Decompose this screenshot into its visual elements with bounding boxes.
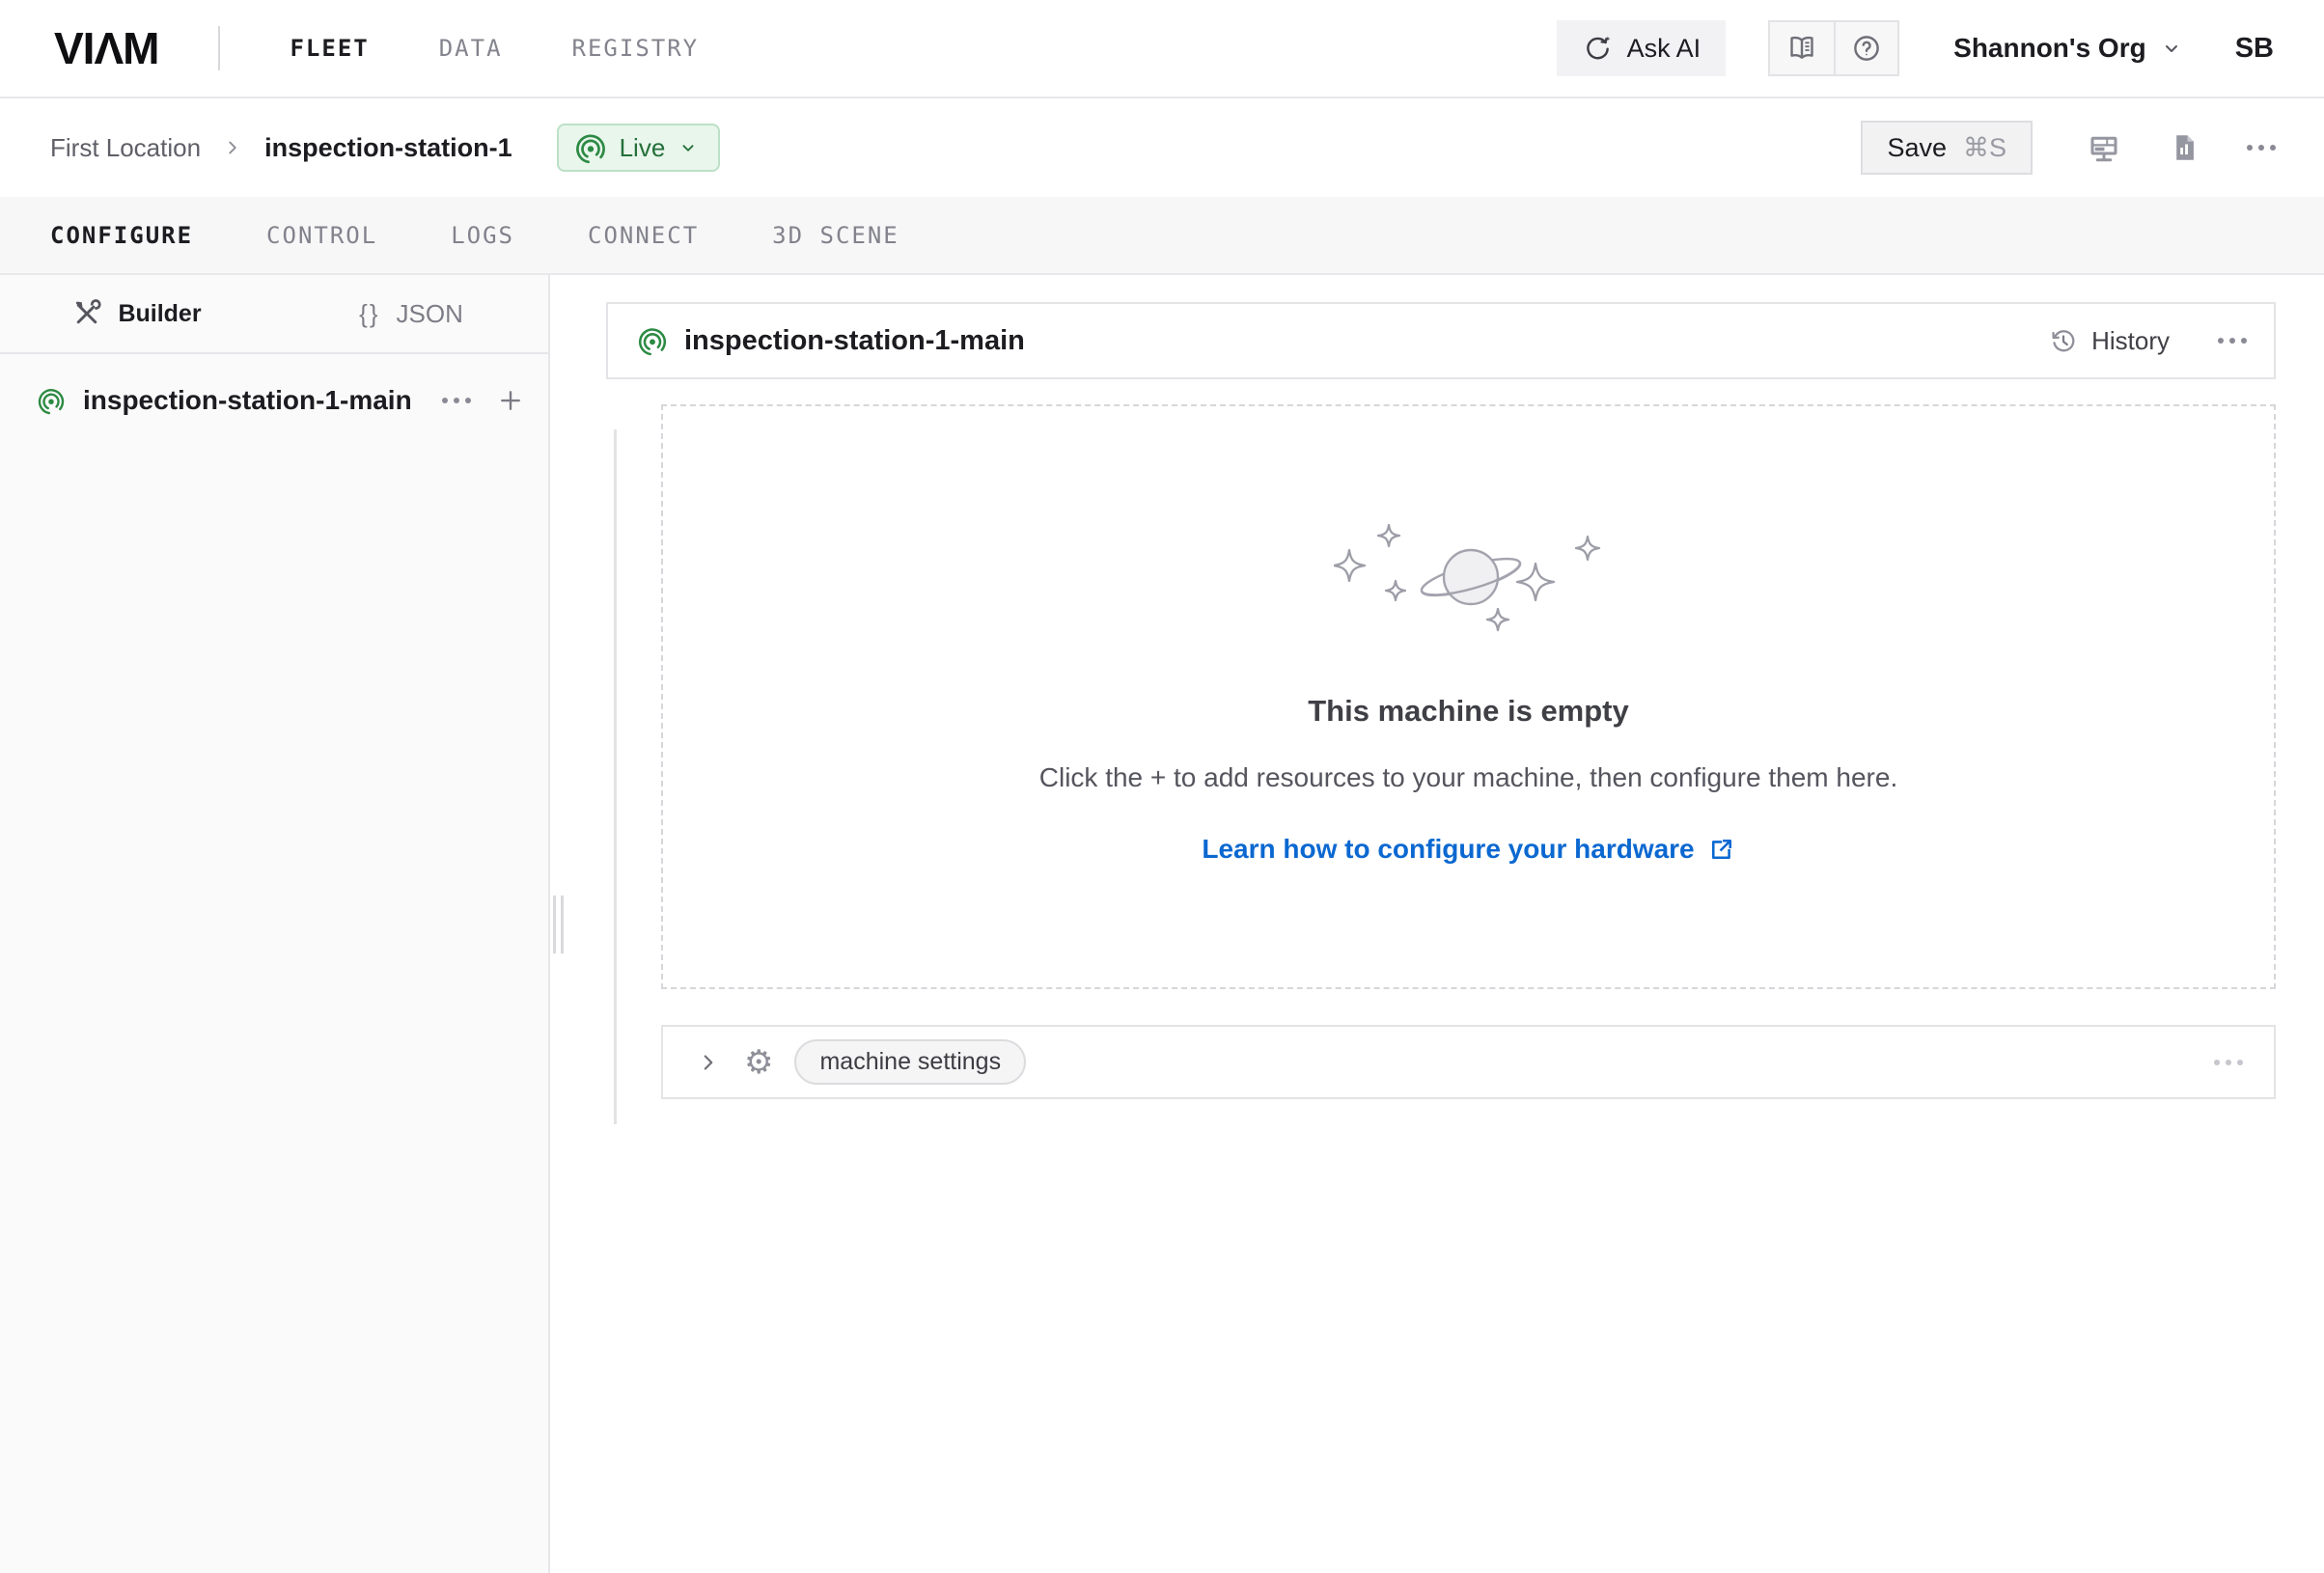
expand-chevron-icon[interactable] xyxy=(696,1050,721,1075)
machine-settings-pill[interactable]: machine settings xyxy=(794,1039,1026,1085)
nav-item-registry[interactable]: REGISTRY xyxy=(572,35,700,62)
external-link-icon xyxy=(1708,836,1735,863)
viam-logo[interactable]: VIΛM xyxy=(54,22,158,74)
part-card-more-button[interactable] xyxy=(2218,338,2247,344)
machine-bar: First Location inspection-station-1 Live… xyxy=(0,98,2324,197)
builder-toggle[interactable]: Builder xyxy=(0,275,274,352)
monitor-icon xyxy=(2087,130,2121,165)
empty-state-title: This machine is empty xyxy=(1308,694,1629,729)
braces-icon: {} xyxy=(359,299,379,329)
tab-connect[interactable]: CONNECT xyxy=(588,222,699,249)
machine-part-broadcast-icon xyxy=(637,325,668,356)
add-resource-button[interactable] xyxy=(496,386,525,415)
docs-help-group xyxy=(1768,20,1899,76)
configure-hardware-link[interactable]: Learn how to configure your hardware xyxy=(1202,834,1734,865)
empty-resources-dropzone: This machine is empty Click the + to add… xyxy=(661,404,2276,989)
machine-part-broadcast-icon xyxy=(37,386,66,415)
breadcrumb-chevron-icon xyxy=(222,137,243,158)
settings-more-button[interactable] xyxy=(2214,1060,2243,1065)
history-button[interactable]: History xyxy=(2049,326,2170,356)
ask-ai-label: Ask AI xyxy=(1627,34,1702,64)
config-sidebar: Builder {} JSON inspection-station-1-mai… xyxy=(0,275,550,1573)
breadcrumb-location[interactable]: First Location xyxy=(50,133,201,163)
builder-json-toggle: Builder {} JSON xyxy=(0,275,548,354)
help-button[interactable] xyxy=(1834,22,1897,74)
history-label: History xyxy=(2091,326,2170,356)
user-avatar[interactable]: SB xyxy=(2235,33,2274,65)
part-header-card: inspection-station-1-main History xyxy=(606,302,2276,379)
sidebar-part-item[interactable]: inspection-station-1-main xyxy=(0,362,548,439)
part-more-button[interactable] xyxy=(442,398,471,403)
crossed-tools-icon xyxy=(72,299,101,328)
status-label: Live xyxy=(620,133,666,163)
clock-history-icon xyxy=(2049,326,2078,355)
part-guide-line xyxy=(614,429,617,1124)
book-icon xyxy=(1785,32,1818,65)
sidebar-part-name: inspection-station-1-main xyxy=(83,385,412,416)
org-switcher[interactable]: Shannon's Org xyxy=(1953,33,2183,64)
save-label: Save xyxy=(1887,133,1947,163)
nav-item-fleet[interactable]: FLEET xyxy=(290,35,369,62)
tab-configure[interactable]: CONFIGURE xyxy=(50,222,193,249)
nav-divider xyxy=(218,26,220,70)
top-nav: VIΛM FLEET DATA REGISTRY Ask AI xyxy=(0,0,2324,98)
ask-ai-button[interactable]: Ask AI xyxy=(1557,20,1727,76)
tab-logs[interactable]: LOGS xyxy=(451,222,514,249)
machine-tabs: CONFIGURE CONTROL LOGS CONNECT 3D SCENE xyxy=(0,197,2324,275)
part-title: inspection-station-1-main xyxy=(684,325,1025,357)
content-area: Builder {} JSON inspection-station-1-mai… xyxy=(0,275,2324,1573)
file-chart-icon xyxy=(2168,131,2200,164)
tab-3d-scene[interactable]: 3D SCENE xyxy=(772,222,899,249)
org-name: Shannon's Org xyxy=(1953,33,2146,64)
nav-item-data[interactable]: DATA xyxy=(439,35,503,62)
empty-state-subtitle: Click the + to add resources to your mac… xyxy=(1039,762,1897,793)
builder-label: Builder xyxy=(118,300,201,328)
link-label: Learn how to configure your hardware xyxy=(1202,834,1694,865)
machine-report-button[interactable] xyxy=(2168,131,2200,164)
tab-control[interactable]: CONTROL xyxy=(266,222,377,249)
json-toggle[interactable]: {} JSON xyxy=(274,275,548,352)
documentation-button[interactable] xyxy=(1770,22,1834,74)
planet-sparkles-illustration xyxy=(1334,524,1604,640)
part-workspace: This machine is empty Click the + to add… xyxy=(606,404,2276,1099)
save-button[interactable]: Save ⌘S xyxy=(1861,121,2033,175)
json-label: JSON xyxy=(397,299,463,329)
question-circle-icon xyxy=(1850,32,1883,65)
machine-settings-card: ⚙ machine settings xyxy=(661,1025,2276,1099)
ai-refresh-sparkle-icon xyxy=(1582,33,1613,64)
machine-name: inspection-station-1 xyxy=(264,133,512,163)
chevron-down-icon xyxy=(678,137,699,158)
gear-icon: ⚙ xyxy=(744,1046,773,1079)
machine-part-broadcast-icon xyxy=(574,131,607,164)
chevron-down-icon xyxy=(2160,37,2183,60)
machine-page-button[interactable] xyxy=(2087,130,2121,165)
save-shortcut: ⌘S xyxy=(1963,133,2006,163)
sidebar-resize-handle[interactable] xyxy=(553,896,564,953)
config-main: inspection-station-1-main History xyxy=(550,275,2324,1573)
machine-status-dropdown[interactable]: Live xyxy=(557,124,721,172)
machine-more-button[interactable] xyxy=(2247,145,2276,151)
